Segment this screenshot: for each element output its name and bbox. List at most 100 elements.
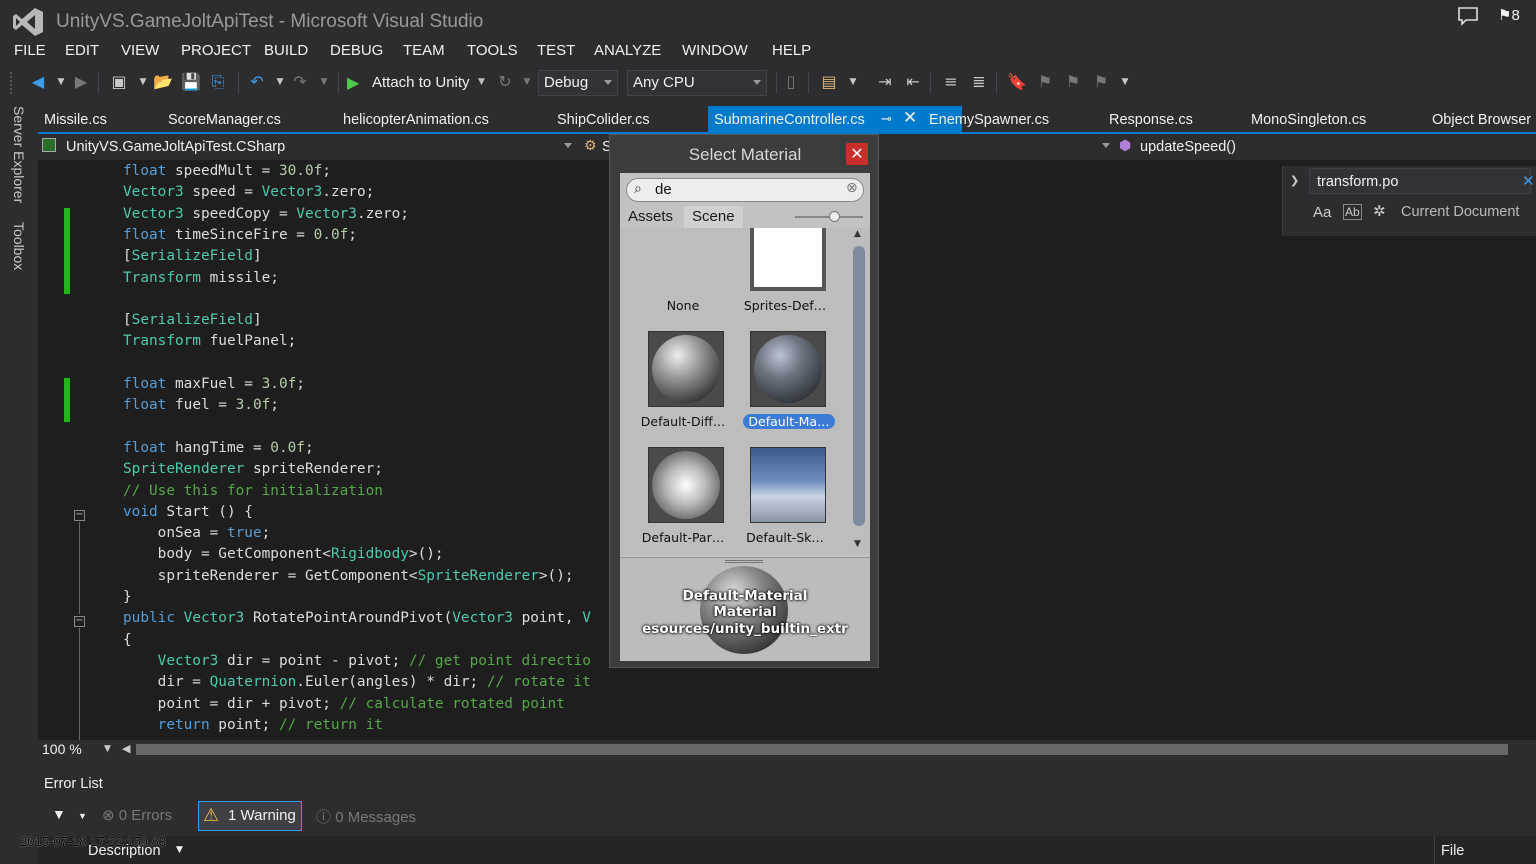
filter-icon[interactable]: ▼ bbox=[52, 800, 66, 830]
open-file-icon[interactable]: 📂 bbox=[152, 71, 174, 93]
notifications-button[interactable]: ⚑8 bbox=[1498, 6, 1520, 24]
column-file[interactable]: File bbox=[1441, 843, 1464, 859]
uncomment-icon[interactable]: ≣ bbox=[968, 71, 990, 93]
collapse-icon[interactable]: − bbox=[74, 616, 85, 627]
undo-dropdown-icon[interactable]: ▼ bbox=[269, 71, 291, 93]
new-dropdown-icon[interactable]: ▼ bbox=[132, 71, 154, 93]
code-line: dir = Quaternion.Euler(angles) * dir; //… bbox=[123, 674, 591, 695]
material-item-none[interactable]: None bbox=[633, 228, 733, 331]
scroll-left-icon[interactable]: ◀ bbox=[122, 742, 130, 755]
bookmark-icon[interactable]: 🔖 bbox=[1006, 71, 1028, 93]
menu-build[interactable]: BUILD bbox=[264, 42, 308, 59]
tab-shipcolider[interactable]: ShipColider.cs bbox=[557, 112, 650, 128]
sort-icon[interactable]: ▼ bbox=[176, 845, 183, 855]
menu-view[interactable]: VIEW bbox=[121, 42, 159, 59]
close-tab-icon[interactable]: ✕ bbox=[903, 108, 917, 128]
slider-handle[interactable] bbox=[829, 211, 840, 222]
navigate-forward-icon[interactable]: ▶ bbox=[70, 71, 92, 93]
thumbnail-size-slider[interactable] bbox=[795, 211, 863, 222]
tab-enemyspawner[interactable]: EnemySpawner.cs bbox=[929, 112, 1049, 128]
tab-submarinecontroller[interactable]: SubmarineController.cs bbox=[714, 112, 865, 128]
solution-configuration-select[interactable]: Debug bbox=[538, 70, 618, 96]
member-dropdown[interactable]: ⬢ updateSpeed() bbox=[1102, 136, 1536, 158]
tab-scene[interactable]: Scene bbox=[684, 206, 743, 228]
tab-response[interactable]: Response.cs bbox=[1109, 112, 1193, 128]
zoom-level[interactable]: 100 % bbox=[42, 741, 82, 757]
errors-filter-button[interactable]: ⊗ 0 Errors bbox=[102, 800, 172, 830]
material-item-sprites-default[interactable]: Sprites-Def… bbox=[735, 228, 835, 331]
menu-help[interactable]: HELP bbox=[772, 42, 811, 59]
next-bookmark-icon[interactable]: ⚑ bbox=[1062, 71, 1084, 93]
outdent-icon[interactable]: ⇤ bbox=[902, 71, 924, 93]
redo-icon[interactable]: ↷ bbox=[289, 71, 311, 93]
warnings-filter-button[interactable]: ⚠ 1 Warning bbox=[198, 801, 302, 831]
regex-icon[interactable]: ✲ bbox=[1373, 202, 1386, 220]
material-grid-scrollbar[interactable]: ▲ ▼ bbox=[851, 228, 867, 553]
comment-icon[interactable]: ≡ bbox=[940, 71, 962, 93]
menu-debug[interactable]: DEBUG bbox=[330, 42, 383, 59]
clear-search-icon[interactable]: ⊗ bbox=[846, 180, 858, 196]
menu-analyze[interactable]: ANALYZE bbox=[594, 42, 661, 59]
navigate-back-icon[interactable]: ◀ bbox=[27, 71, 49, 93]
material-item-default-diffuse[interactable]: Default-Diff… bbox=[633, 331, 733, 447]
menu-test[interactable]: TEST bbox=[537, 42, 575, 59]
zoom-dropdown-icon[interactable]: ▼ bbox=[104, 744, 111, 754]
menu-file[interactable]: FILE bbox=[14, 42, 46, 59]
server-explorer-tab[interactable]: Server Explorer bbox=[11, 106, 27, 203]
code-token: Vector3 bbox=[183, 610, 245, 627]
menu-edit[interactable]: EDIT bbox=[65, 42, 99, 59]
tab-scoremanager[interactable]: ScoreManager.cs bbox=[168, 112, 281, 128]
explorer-dropdown-icon[interactable]: ▼ bbox=[842, 71, 864, 93]
match-case-icon[interactable]: Aa bbox=[1313, 204, 1331, 221]
toolbox-tab[interactable]: Toolbox bbox=[11, 222, 27, 270]
scroll-up-icon[interactable]: ▲ bbox=[854, 229, 861, 239]
material-item-default-particle[interactable]: Default-Par… bbox=[633, 447, 733, 555]
find-scope[interactable]: Current Document bbox=[1401, 204, 1519, 220]
splitter-handle[interactable] bbox=[725, 560, 763, 563]
tab-assets[interactable]: Assets bbox=[620, 206, 681, 228]
scrollbar-thumb[interactable] bbox=[853, 246, 865, 526]
collapse-icon[interactable]: − bbox=[74, 510, 85, 521]
tab-helicopteranimation[interactable]: helicopterAnimation.cs bbox=[343, 112, 489, 128]
tab-object-browser[interactable]: Object Browser bbox=[1432, 112, 1531, 128]
project-dropdown[interactable]: UnityVS.GameJoltApiTest.CSharp bbox=[40, 136, 576, 158]
match-whole-word-icon[interactable]: Ab bbox=[1343, 204, 1362, 220]
menu-team[interactable]: TEAM bbox=[403, 42, 445, 59]
find-in-files-icon[interactable]: ▯ bbox=[780, 71, 802, 93]
filter-dropdown-icon[interactable]: ▼ bbox=[78, 800, 87, 830]
material-item-default-material[interactable]: Default-Ma… bbox=[735, 331, 835, 447]
pin-icon[interactable]: ⊸ bbox=[881, 111, 892, 127]
restart-dropdown-icon[interactable]: ▼ bbox=[516, 71, 538, 93]
undo-icon[interactable]: ↶ bbox=[246, 71, 268, 93]
solution-explorer-icon[interactable]: ▤ bbox=[818, 71, 840, 93]
solution-platform-select[interactable]: Any CPU bbox=[627, 70, 767, 96]
platform-value: Any CPU bbox=[633, 74, 695, 91]
indent-icon[interactable]: ⇥ bbox=[874, 71, 896, 93]
tab-missile[interactable]: Missile.cs bbox=[44, 112, 107, 128]
save-icon[interactable]: 💾 bbox=[180, 71, 202, 93]
find-input[interactable]: transform.po ✕ bbox=[1309, 168, 1535, 194]
close-find-icon[interactable]: ✕ bbox=[1522, 172, 1535, 190]
scroll-down-icon[interactable]: ▼ bbox=[854, 539, 861, 549]
menu-window[interactable]: WINDOW bbox=[682, 42, 748, 59]
toolbar-overflow-icon[interactable]: ▼ bbox=[1114, 71, 1136, 93]
toggle-replace-icon[interactable]: ❯ bbox=[1290, 174, 1299, 187]
scrollbar-thumb[interactable] bbox=[136, 744, 1508, 755]
tab-monosingleton[interactable]: MonoSingleton.cs bbox=[1251, 112, 1366, 128]
material-search-input[interactable]: ⌕ de ⊗ bbox=[626, 178, 864, 202]
material-item-default-skybox[interactable]: Default-Sk… bbox=[735, 447, 835, 555]
prev-bookmark-icon[interactable]: ⚑ bbox=[1034, 71, 1056, 93]
back-dropdown-icon[interactable]: ▼ bbox=[50, 71, 72, 93]
attach-to-unity-button[interactable]: ▶ Attach to Unity ▼ bbox=[345, 71, 495, 95]
menu-project[interactable]: PROJECT bbox=[181, 42, 251, 59]
new-project-icon[interactable]: ▣ bbox=[108, 71, 130, 93]
restart-icon[interactable]: ↻ bbox=[494, 71, 516, 93]
clear-bookmarks-icon[interactable]: ⚑ bbox=[1090, 71, 1112, 93]
code-line: return point; // return it bbox=[123, 717, 383, 738]
save-all-icon[interactable]: ⎘ bbox=[207, 71, 229, 93]
redo-dropdown-icon[interactable]: ▼ bbox=[313, 71, 335, 93]
messages-filter-button[interactable]: ⓘ 0 Messages bbox=[316, 800, 416, 830]
close-dialog-button[interactable]: ✕ bbox=[846, 143, 868, 165]
feedback-icon[interactable] bbox=[1457, 6, 1479, 26]
menu-tools[interactable]: TOOLS bbox=[467, 42, 518, 59]
